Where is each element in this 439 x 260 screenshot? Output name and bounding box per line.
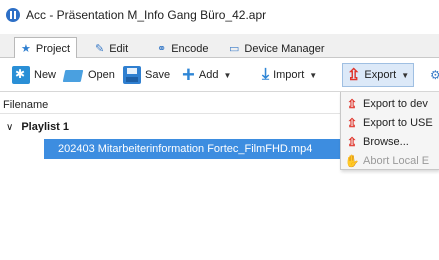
- tab-label: Edit: [109, 42, 129, 55]
- export-label: Export: [364, 69, 397, 81]
- tab-edit[interactable]: ✎ Edit: [88, 38, 135, 58]
- menu-item-label: Export to dev: [363, 97, 428, 110]
- open-label: Open: [88, 69, 115, 81]
- tab-device-manager[interactable]: ▭ Device Manager: [222, 38, 332, 58]
- menu-item-export-to-device[interactable]: ⇫ Export to dev: [341, 94, 439, 113]
- chevron-down-icon[interactable]: ∨: [6, 122, 13, 133]
- export-dropdown-menu: ⇫ Export to dev ⇫ Export to USE ⇫ Browse…: [340, 92, 439, 170]
- import-button[interactable]: ⤓ Import ▼: [262, 63, 317, 87]
- import-label: Import: [273, 69, 305, 81]
- list-item[interactable]: 202403 Mitarbeiterinformation Fortec_Fil…: [44, 139, 341, 159]
- menu-item-label: Abort Local E: [363, 154, 430, 167]
- pencil-icon: ✎: [95, 43, 105, 55]
- toolbar: New Open Save + Add ▼ ⤓ Import ▼ ⇫ Expor…: [0, 58, 439, 92]
- export-icon: ⇫: [346, 134, 358, 149]
- title-bar: Acc - Präsentation M_Info Gang Büro_42.a…: [0, 0, 439, 30]
- export-icon: ⇫: [346, 96, 358, 111]
- add-label: Add: [198, 69, 219, 81]
- plus-icon: +: [182, 62, 195, 87]
- export-icon: ⇫: [346, 115, 358, 130]
- menu-item-label: Export to USE: [363, 116, 433, 129]
- import-icon: ⤓: [262, 66, 270, 83]
- encode-icon: ⚭: [157, 43, 167, 55]
- more-tools-icon[interactable]: ⚙: [430, 63, 439, 87]
- hand-icon: ✋: [344, 153, 360, 168]
- menu-item-abort-local-export[interactable]: ✋ Abort Local E: [341, 151, 439, 170]
- playlist-label: Playlist 1: [21, 121, 70, 133]
- new-button[interactable]: New: [12, 63, 56, 87]
- chevron-down-icon: ▼: [401, 70, 410, 80]
- tab-label: Device Manager: [244, 42, 325, 55]
- column-header-label: Filename: [3, 98, 49, 111]
- export-button[interactable]: ⇫ Export ▼: [342, 63, 415, 87]
- export-icon: ⇫: [347, 67, 361, 84]
- new-icon: [12, 66, 30, 84]
- monitor-icon: ▭: [229, 43, 240, 55]
- star-icon: ★: [21, 43, 31, 55]
- menu-item-browse[interactable]: ⇫ Browse...: [341, 132, 439, 151]
- ribbon-tabs: ★ Project ✎ Edit ⚭ Encode ▭ Device Manag…: [0, 34, 439, 59]
- file-name: 202403 Mitarbeiterinformation Fortec_Fil…: [58, 143, 313, 155]
- app-logo-icon: [6, 8, 20, 22]
- add-button[interactable]: + Add ▼: [182, 63, 231, 87]
- window-title: Acc - Präsentation M_Info Gang Büro_42.a…: [26, 8, 267, 22]
- save-icon: [123, 66, 141, 84]
- save-button[interactable]: Save: [123, 63, 170, 87]
- tab-label: Encode: [171, 42, 209, 55]
- open-button[interactable]: Open: [64, 63, 115, 87]
- tab-encode[interactable]: ⚭ Encode: [150, 38, 216, 58]
- playlist-node[interactable]: ∨ Playlist 1: [0, 118, 69, 136]
- tab-project[interactable]: ★ Project: [14, 37, 78, 59]
- chevron-down-icon: ▼: [309, 70, 318, 80]
- menu-item-export-to-usb[interactable]: ⇫ Export to USE: [341, 113, 439, 132]
- menu-item-label: Browse...: [363, 135, 409, 148]
- folder-open-icon: [64, 67, 84, 83]
- tab-label: Project: [35, 42, 71, 55]
- filename-column-header[interactable]: Filename: [0, 96, 340, 114]
- new-label: New: [34, 69, 57, 81]
- save-label: Save: [145, 69, 171, 81]
- chevron-down-icon: ▼: [223, 70, 232, 80]
